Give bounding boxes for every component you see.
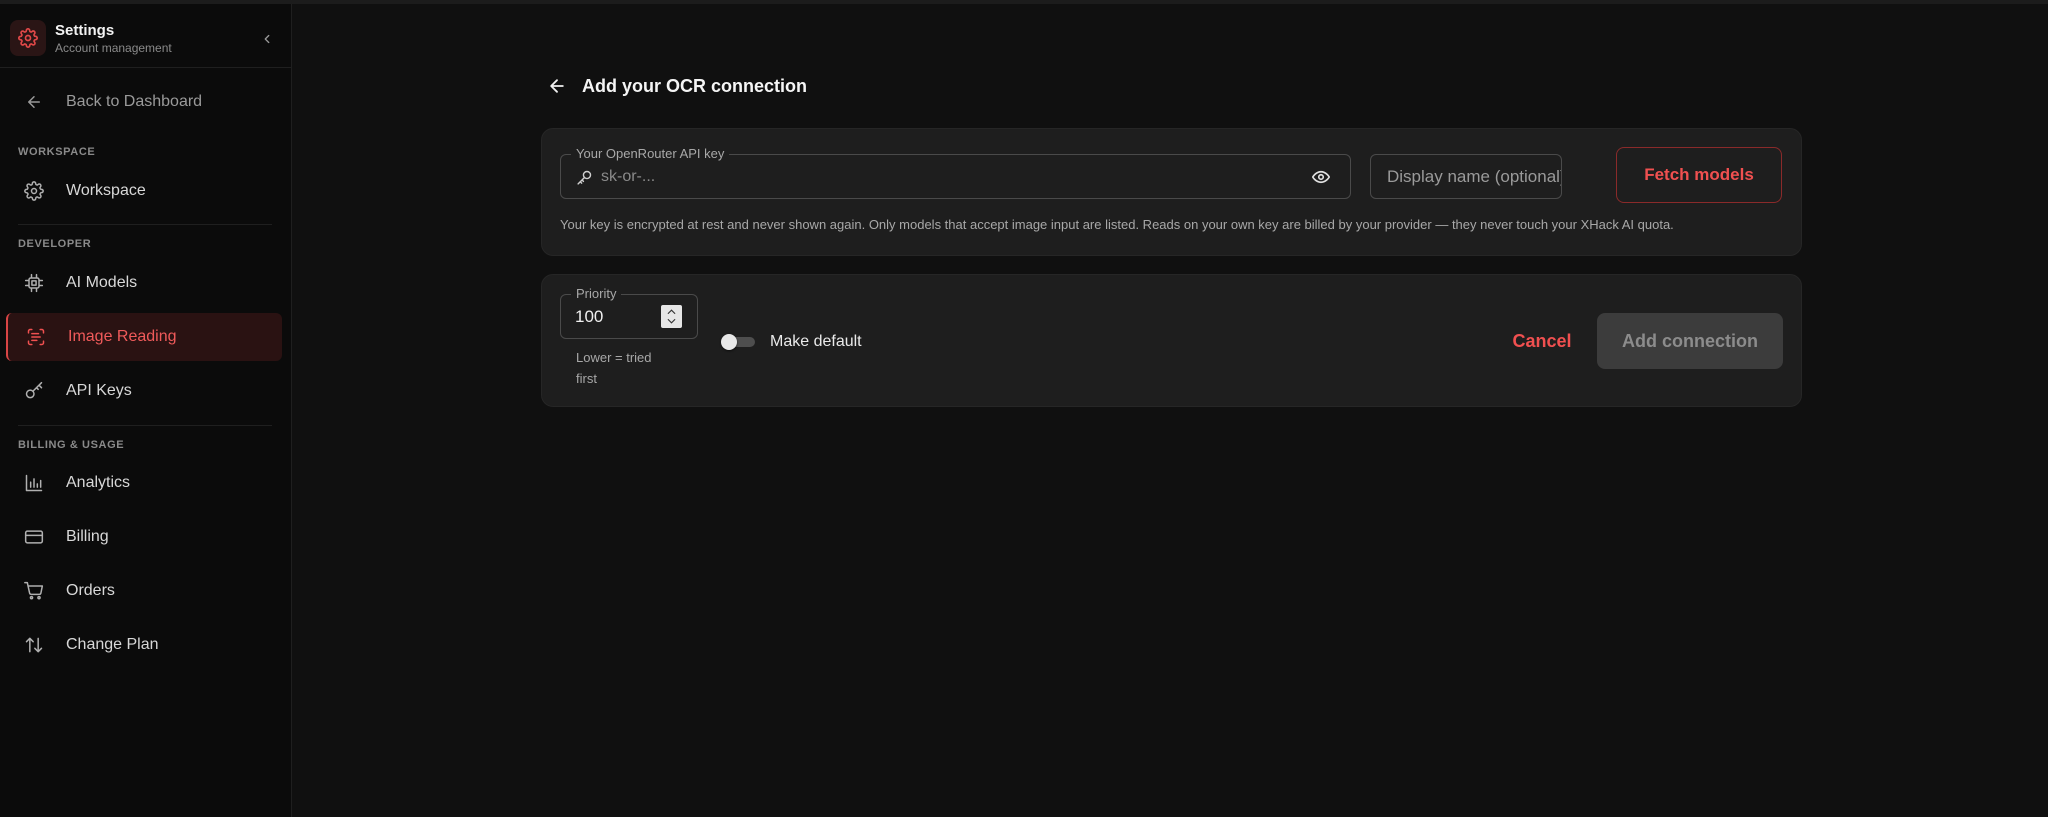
section-label-workspace: WORKSPACE xyxy=(18,146,96,158)
sidebar-item-image-reading[interactable]: Image Reading xyxy=(6,313,282,361)
priority-hint: Lower = tried first xyxy=(576,350,652,386)
api-key-card: Your OpenRouter API key Fetch models You… xyxy=(541,128,1802,256)
arrow-left-icon xyxy=(550,79,564,93)
sidebar-divider xyxy=(18,224,272,225)
sidebar-title: Settings xyxy=(55,22,115,39)
sidebar-divider xyxy=(0,67,292,68)
arrows-up-down-icon xyxy=(23,634,45,656)
show-password-button[interactable] xyxy=(1310,167,1332,187)
sidebar-item-label: Orders xyxy=(66,582,115,599)
scan-text-icon xyxy=(25,326,47,348)
gear-icon xyxy=(23,180,45,202)
sidebar-item-change-plan[interactable]: Change Plan xyxy=(6,621,282,669)
page-title: Add your OCR connection xyxy=(582,75,807,96)
sidebar-item-analytics[interactable]: Analytics xyxy=(6,459,282,507)
sidebar-item-workspace[interactable]: Workspace xyxy=(6,167,282,215)
back-to-dashboard-link[interactable]: Back to Dashboard xyxy=(6,78,282,126)
sidebar-item-api-keys[interactable]: API Keys xyxy=(6,367,282,415)
settings-logo-icon xyxy=(10,20,46,56)
make-default-toggle[interactable] xyxy=(721,334,755,350)
back-button[interactable] xyxy=(546,75,568,97)
chevron-up-icon xyxy=(667,309,676,315)
key-icon xyxy=(23,380,45,402)
collapse-sidebar-button[interactable] xyxy=(256,28,278,50)
sidebar-divider xyxy=(18,425,272,426)
back-to-dashboard-label: Back to Dashboard xyxy=(66,93,203,110)
display-name-field xyxy=(1370,154,1562,199)
page-header: Add your OCR connection xyxy=(546,72,807,100)
cpu-chip-icon xyxy=(23,272,45,294)
sidebar-subtitle: Account management xyxy=(55,41,172,55)
key-icon xyxy=(574,167,594,187)
sidebar-item-billing[interactable]: Billing xyxy=(6,513,282,561)
sidebar-item-orders[interactable]: Orders xyxy=(6,567,282,615)
sidebar-item-ai-models[interactable]: AI Models xyxy=(6,259,282,307)
priority-input[interactable] xyxy=(575,303,655,331)
api-key-label: Your OpenRouter API key xyxy=(571,146,730,162)
credit-card-icon xyxy=(23,526,45,548)
sidebar-item-label: Image Reading xyxy=(68,328,177,345)
sidebar-item-label: Workspace xyxy=(66,182,146,199)
sidebar-item-label: Analytics xyxy=(66,474,131,491)
top-border xyxy=(0,0,2048,4)
api-key-input[interactable] xyxy=(601,163,1281,191)
sidebar-item-label: API Keys xyxy=(66,382,132,399)
display-name-input[interactable] xyxy=(1371,155,1561,198)
fetch-models-button[interactable]: Fetch models xyxy=(1616,147,1782,203)
eye-icon xyxy=(1312,170,1330,184)
section-label-billing: BILLING & USAGE xyxy=(18,439,125,451)
toggle-knob xyxy=(721,334,737,350)
add-connection-button[interactable]: Add connection xyxy=(1597,313,1783,369)
api-key-helper-text: Your key is encrypted at rest and never … xyxy=(560,217,1674,232)
chevron-down-icon xyxy=(667,318,676,324)
sidebar-item-label: Billing xyxy=(66,528,109,545)
priority-stepper[interactable] xyxy=(661,305,682,328)
api-key-field: Your OpenRouter API key xyxy=(560,146,1351,199)
cancel-button[interactable]: Cancel xyxy=(1492,313,1592,369)
make-default-label: Make default xyxy=(770,333,862,350)
sidebar-item-label: Change Plan xyxy=(66,636,159,653)
arrow-left-icon xyxy=(23,91,45,113)
connection-options-card: Priority Lower = tried first Make defaul… xyxy=(541,274,1802,407)
bar-chart-icon xyxy=(23,472,45,494)
shopping-cart-icon xyxy=(23,580,45,602)
priority-field: Priority xyxy=(560,286,698,339)
sidebar-header: Settings Account management xyxy=(10,18,282,62)
sidebar: Settings Account management Back to Dash… xyxy=(0,4,292,817)
section-label-developer: DEVELOPER xyxy=(18,238,92,250)
sidebar-item-label: AI Models xyxy=(66,274,138,291)
chevron-left-icon xyxy=(264,34,270,44)
priority-label: Priority xyxy=(571,286,622,302)
